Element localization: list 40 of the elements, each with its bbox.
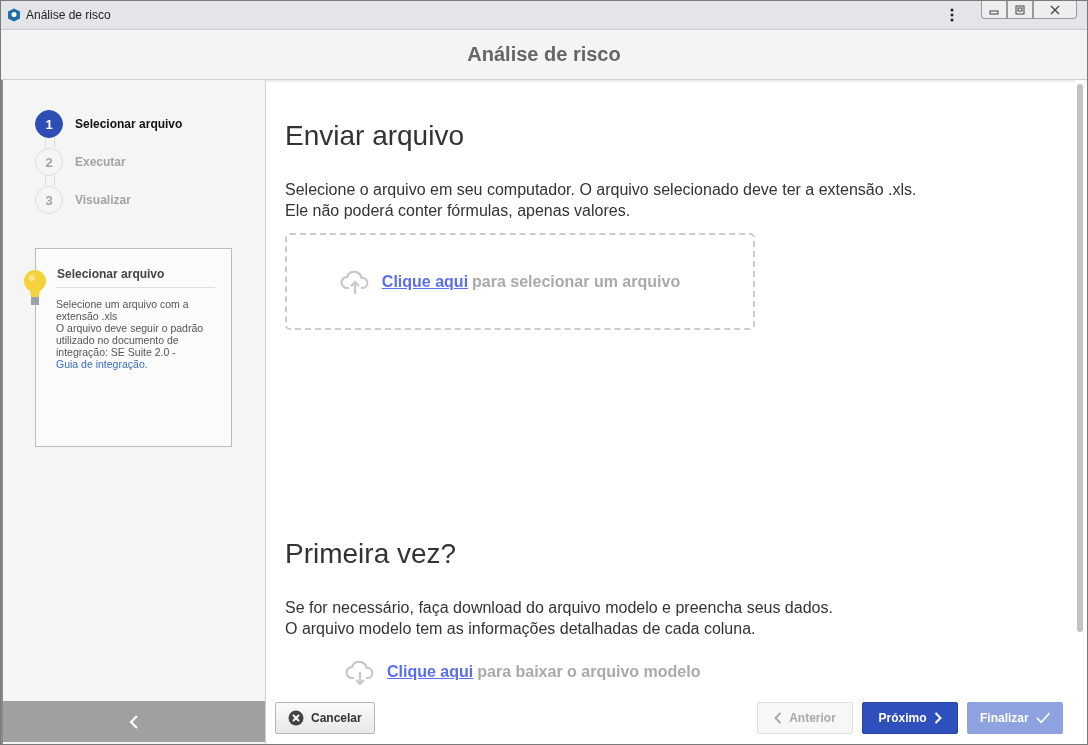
cloud-upload-icon <box>339 268 370 295</box>
description-text: Selecione o arquivo em seu computador. O arquivo selecionado deve ter a extensão .xls. <box>285 180 918 200</box>
section-heading: Primeira vez? <box>285 538 458 570</box>
app-icon <box>7 8 21 22</box>
step-label[interactable]: Executar <box>75 155 126 169</box>
select-file-text: para selecionar um arquivo <box>472 272 681 291</box>
next-button[interactable]: Próximo <box>862 702 958 734</box>
checkmark-icon <box>1035 712 1050 724</box>
chevron-left-icon <box>129 714 139 729</box>
scrollbar-thumb[interactable] <box>1077 84 1083 632</box>
restore-icon <box>1015 4 1025 15</box>
guide-link[interactable]: Guia de integração. <box>56 358 148 370</box>
window-title: Análise de risco <box>26 8 111 22</box>
more-options-icon[interactable] <box>950 8 954 22</box>
step-number: 3 <box>35 186 63 214</box>
restore-button[interactable] <box>1007 1 1033 19</box>
section-heading: Enviar arquivo <box>285 120 465 152</box>
minimize-button[interactable] <box>981 1 1007 19</box>
dialog-title: Análise de risco <box>467 43 621 66</box>
description-text: Se for necessário, faça download do arquivo modelo e preencha seus dados. <box>285 598 834 618</box>
step-label[interactable]: Selecionar arquivo <box>75 117 183 131</box>
description-text: O arquivo modelo tem as informações detalhadas de cada coluna. <box>285 619 757 639</box>
download-template-text: para baixar o arquivo modelo <box>477 663 701 681</box>
close-icon <box>1050 4 1060 15</box>
description-text: Ele não poderá conter fórmulas, apenas valores. <box>285 201 632 221</box>
cancel-button[interactable]: Cancelar <box>275 702 375 734</box>
step-label[interactable]: Visualizar <box>75 193 131 207</box>
help-text: O arquivo deve seguir o padrão utilizado no documento de integração: SE Suite 2.0 - Guia de integração. <box>56 322 205 370</box>
cancel-icon <box>288 710 304 726</box>
close-button[interactable] <box>1033 1 1077 19</box>
chevron-left-icon <box>774 712 783 724</box>
file-drop-area[interactable]: Clique aqui para selecionar um arquivo <box>285 233 755 330</box>
download-template-link[interactable]: Clique aqui <box>387 663 474 681</box>
step-number: 1 <box>35 110 63 138</box>
select-file-link[interactable]: Clique aqui <box>381 272 469 291</box>
step-number: 2 <box>35 148 63 176</box>
chevron-right-icon <box>933 712 942 724</box>
cloud-download-icon <box>345 659 375 685</box>
help-title: Selecionar arquivo <box>56 267 215 288</box>
help-text: Selecione um arquivo com a extensão .xls <box>56 298 190 322</box>
